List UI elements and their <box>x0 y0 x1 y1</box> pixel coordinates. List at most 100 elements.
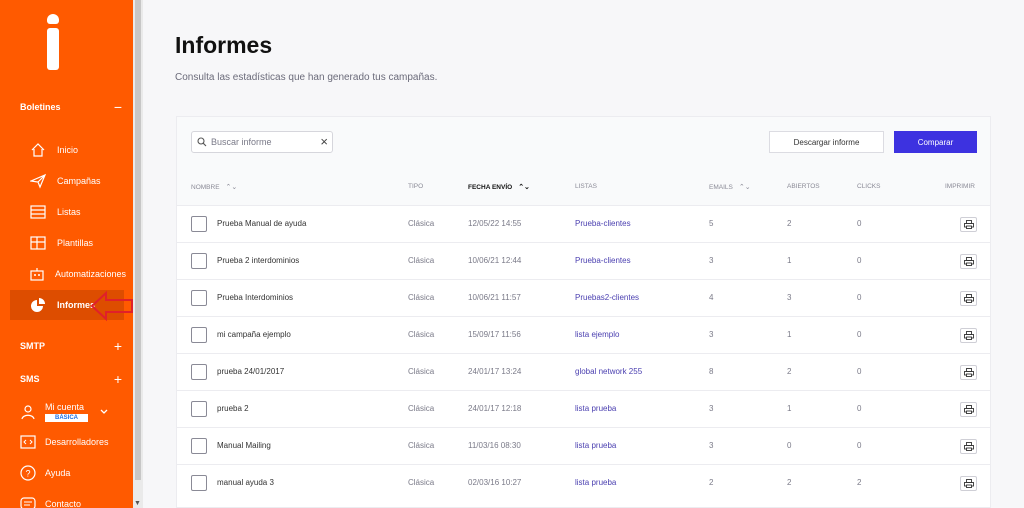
template-icon <box>29 234 47 252</box>
scroll-down-arrow-icon[interactable]: ▼ <box>134 500 141 507</box>
column-header-tipo: TIPO <box>408 183 424 190</box>
sidebar-item-desarrolladores[interactable]: Desarrolladores <box>19 431 129 453</box>
clicks-count: 0 <box>857 219 862 228</box>
list-link[interactable]: lista prueba <box>575 404 616 413</box>
row-checkbox[interactable] <box>191 216 207 232</box>
column-header-listas: LISTAS <box>575 183 597 190</box>
clicks-count: 0 <box>857 404 862 413</box>
opens-count: 2 <box>787 478 792 487</box>
sort-icon[interactable]: ⌃⌄ <box>739 183 751 191</box>
pie-chart-icon <box>29 296 47 314</box>
clicks-count: 0 <box>857 367 862 376</box>
clicks-count: 2 <box>857 478 862 487</box>
table-row[interactable]: prueba 2 Clásica 24/01/17 12:18 lista prueb… <box>177 390 990 427</box>
sort-icon[interactable]: ⌃⌄ <box>518 183 530 191</box>
table-row[interactable]: mi campaña ejemplo Clásica 15/09/17 11:56 l… <box>177 316 990 353</box>
logo[interactable] <box>45 14 61 70</box>
paper-plane-icon <box>29 172 47 190</box>
emails-count: 4 <box>709 293 714 302</box>
svg-text:?: ? <box>25 469 30 479</box>
table-row[interactable]: Prueba Interdominios Clásica 10/06/21 11:5… <box>177 279 990 316</box>
emails-count: 3 <box>709 441 714 450</box>
sidebar-item-inicio[interactable]: Inicio <box>10 135 124 165</box>
account-label: Mi cuenta <box>45 402 85 412</box>
send-date: 11/03/16 08:30 <box>468 441 521 450</box>
list-link[interactable]: lista prueba <box>575 478 616 487</box>
column-header-nombre[interactable]: NOMBRE ⌃⌄ <box>191 183 238 192</box>
table-row[interactable]: prueba 24/01/2017 Clásica 24/01/17 13:24 gl… <box>177 353 990 390</box>
print-icon[interactable] <box>960 328 977 343</box>
sort-icon[interactable]: ⌃⌄ <box>226 183 238 191</box>
report-name[interactable]: Prueba Interdominios <box>217 293 293 302</box>
sidebar-item-automatizaciones[interactable]: Automatizaciones <box>10 259 126 289</box>
table-row[interactable]: manual ayuda 3 Clásica 02/03/16 10:27 lista… <box>177 464 990 501</box>
sidebar-item-plantillas[interactable]: Plantillas <box>10 228 124 258</box>
report-name[interactable]: mi campaña ejemplo <box>217 330 291 339</box>
clicks-count: 0 <box>857 293 862 302</box>
row-checkbox[interactable] <box>191 253 207 269</box>
row-checkbox[interactable] <box>191 401 207 417</box>
print-icon[interactable] <box>960 217 977 232</box>
print-icon[interactable] <box>960 439 977 454</box>
table-row[interactable]: Prueba Manual de ayuda Clásica 12/05/22 14… <box>177 205 990 242</box>
expand-icon[interactable]: + <box>114 339 122 353</box>
code-icon <box>19 433 37 451</box>
sidebar-scrollbar[interactable]: ▼ <box>133 0 143 508</box>
opens-count: 0 <box>787 441 792 450</box>
table-row[interactable]: Manual Mailing Clásica 11/03/16 08:30 lista… <box>177 427 990 464</box>
sidebar-item-contacto[interactable]: Contacto <box>19 493 129 508</box>
list-link[interactable]: lista ejemplo <box>575 330 619 339</box>
section-smtp[interactable]: SMTP + <box>20 338 122 354</box>
print-icon[interactable] <box>960 365 977 380</box>
chat-icon <box>19 495 37 508</box>
report-name[interactable]: manual ayuda 3 <box>217 478 274 487</box>
print-icon[interactable] <box>960 402 977 417</box>
search-input[interactable]: Buscar informe × <box>191 131 333 153</box>
row-checkbox[interactable] <box>191 327 207 343</box>
report-name[interactable]: Prueba Manual de ayuda <box>217 219 306 228</box>
page-title: Informes <box>175 32 273 58</box>
clear-icon[interactable]: × <box>320 134 328 149</box>
row-checkbox[interactable] <box>191 438 207 454</box>
list-link[interactable]: Prueba-clientes <box>575 256 631 265</box>
column-header-fecha[interactable]: FECHA ENVÍO ⌃⌄ <box>468 183 530 192</box>
list-link[interactable]: lista prueba <box>575 441 616 450</box>
compare-button[interactable]: Comparar <box>894 131 977 153</box>
row-checkbox[interactable] <box>191 364 207 380</box>
list-link[interactable]: global network 255 <box>575 367 642 376</box>
send-date: 24/01/17 12:18 <box>468 404 522 413</box>
report-name[interactable]: prueba 2 <box>217 404 249 413</box>
report-name[interactable]: Prueba 2 interdominios <box>217 256 299 265</box>
report-type: Clásica <box>408 404 435 413</box>
clicks-count: 0 <box>857 256 862 265</box>
section-sms[interactable]: SMS + <box>20 371 122 387</box>
column-header-emails[interactable]: EMAILS ⌃⌄ <box>709 183 751 192</box>
list-icon <box>29 203 47 221</box>
report-type: Clásica <box>408 256 435 265</box>
report-name[interactable]: Manual Mailing <box>217 441 271 450</box>
table-row[interactable]: Prueba 2 interdominios Clásica 10/06/21 12… <box>177 242 990 279</box>
row-checkbox[interactable] <box>191 290 207 306</box>
annotation-arrow-icon <box>90 290 133 322</box>
account-menu[interactable]: Mi cuenta BÁSICA <box>19 398 115 426</box>
print-icon[interactable] <box>960 254 977 269</box>
search-icon <box>197 137 211 147</box>
row-checkbox[interactable] <box>191 475 207 491</box>
collapse-icon[interactable]: − <box>114 100 122 114</box>
user-icon <box>19 403 37 421</box>
download-report-button[interactable]: Descargar informe <box>769 131 884 153</box>
scrollbar-thumb[interactable] <box>135 0 141 480</box>
report-name[interactable]: prueba 24/01/2017 <box>217 367 284 376</box>
expand-icon[interactable]: + <box>114 372 122 386</box>
sidebar-item-campanas[interactable]: Campañas <box>10 166 124 196</box>
list-link[interactable]: Prueba-clientes <box>575 219 631 228</box>
list-link[interactable]: Pruebas2-clientes <box>575 293 639 302</box>
sidebar-item-ayuda[interactable]: ? Ayuda <box>19 462 129 484</box>
chevron-down-icon[interactable] <box>100 407 108 417</box>
print-icon[interactable] <box>960 291 977 306</box>
section-boletines[interactable]: Boletines − <box>20 99 122 115</box>
report-type: Clásica <box>408 293 435 302</box>
sidebar-item-listas[interactable]: Listas <box>10 197 124 227</box>
print-icon[interactable] <box>960 476 977 491</box>
emails-count: 2 <box>709 478 714 487</box>
